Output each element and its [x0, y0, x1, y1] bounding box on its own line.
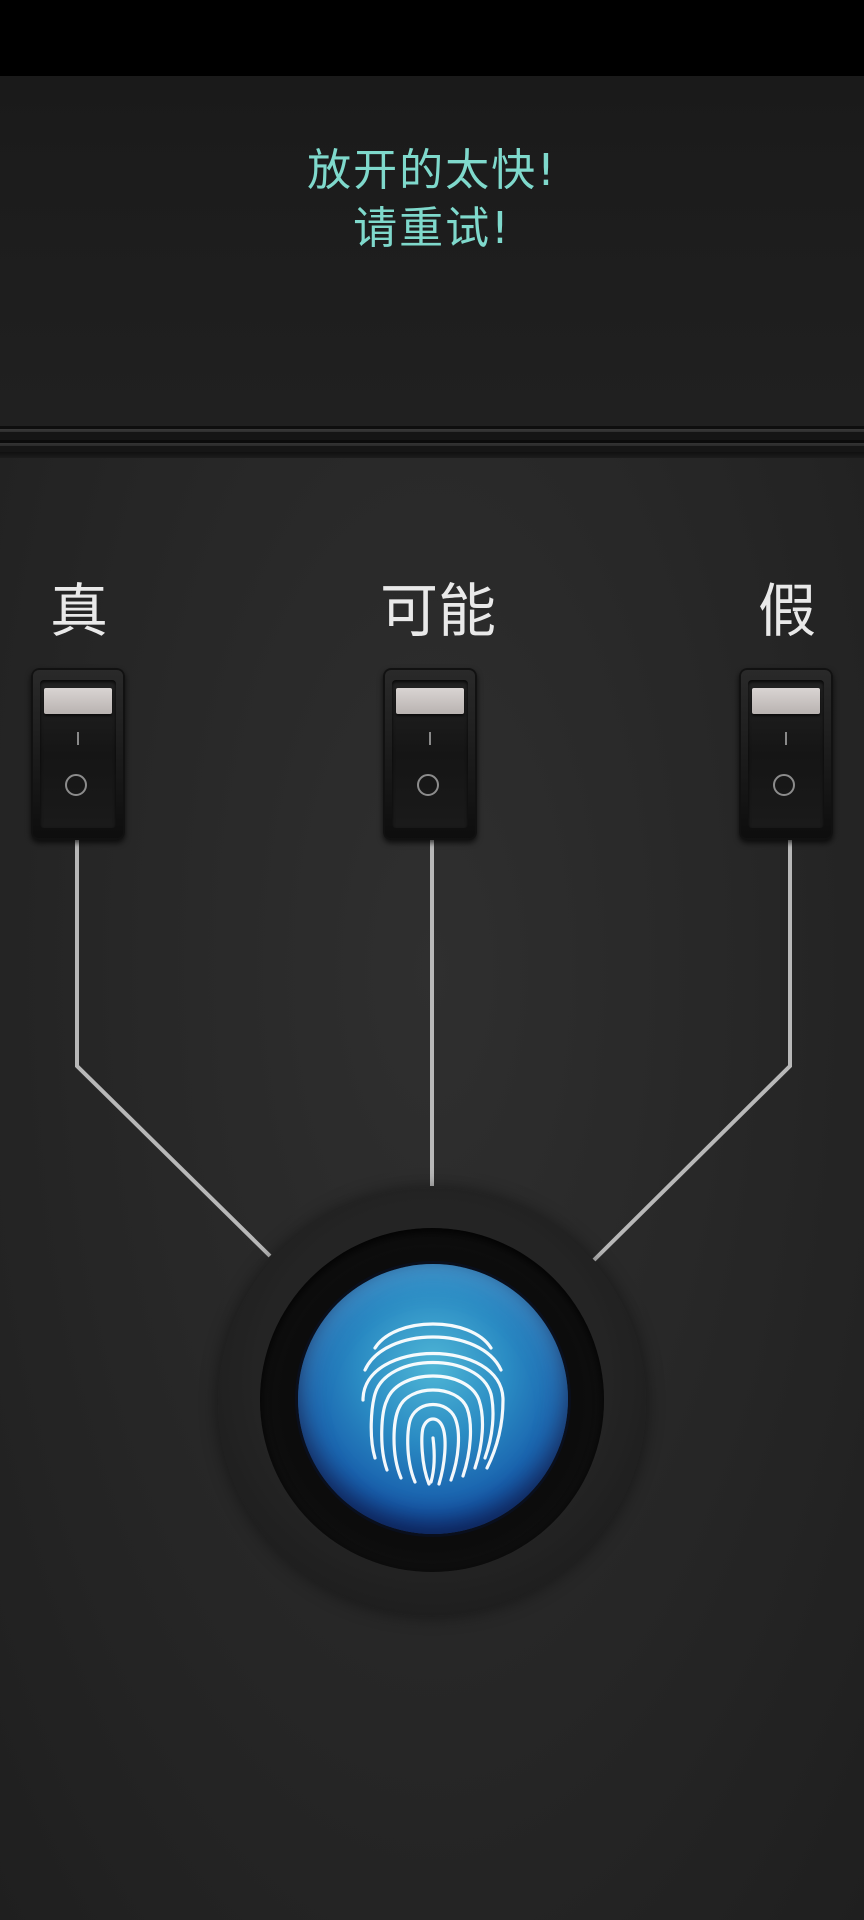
switch-rocker [40, 680, 116, 828]
on-mark-icon [785, 732, 787, 745]
option-label-false: 假 [757, 577, 816, 645]
rocker-top [752, 688, 820, 714]
on-mark-icon [77, 732, 79, 745]
off-mark-icon [417, 774, 439, 796]
option-label-maybe: 可能 [379, 577, 496, 645]
off-mark-icon [65, 774, 87, 796]
fingerprint-button[interactable] [298, 1264, 568, 1534]
fingerprint-icon [361, 1322, 505, 1486]
option-label-true: 真 [49, 577, 108, 645]
switch-maybe[interactable] [383, 668, 477, 840]
on-mark-icon [429, 732, 431, 745]
wire-false [592, 840, 792, 1262]
off-mark-icon [773, 774, 795, 796]
switch-rocker [392, 680, 468, 828]
rocker-top [396, 688, 464, 714]
rocker-top [44, 688, 112, 714]
wires [75, 840, 792, 1262]
wire-true [75, 840, 272, 1258]
switch-false[interactable] [739, 668, 833, 840]
switch-rocker [748, 680, 824, 828]
switch-true[interactable] [31, 668, 125, 840]
